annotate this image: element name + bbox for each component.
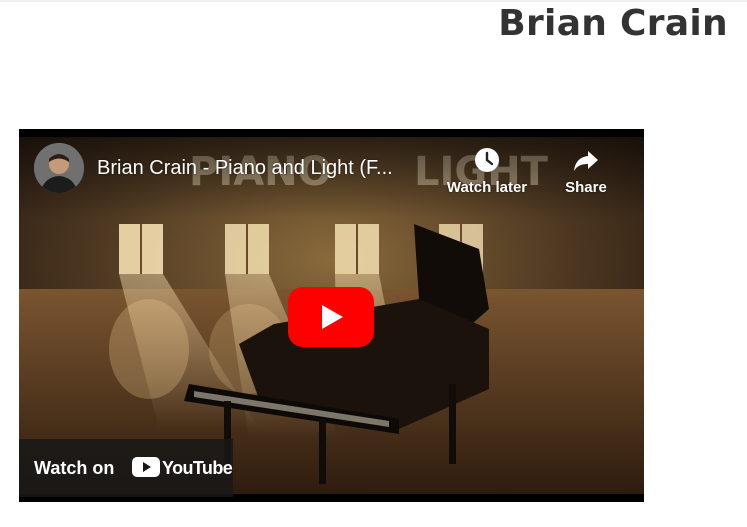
youtube-embed-player[interactable]: PIANO LIGHT Brian Crain - Piano and Ligh… [19,129,644,502]
page-title: Brian Crain [498,3,728,44]
share-icon [574,151,598,171]
share-button[interactable]: Share [541,145,631,196]
clock-icon [475,148,499,172]
youtube-wordmark: YouTube [162,458,233,478]
watch-on-label: Watch on [34,458,115,478]
youtube-logo-icon [132,457,160,477]
share-label: Share [565,179,607,196]
watch-later-button[interactable]: Watch later [442,145,532,196]
watch-later-label: Watch later [446,179,528,196]
channel-avatar[interactable] [34,143,84,193]
play-button[interactable] [288,287,374,347]
video-title-link[interactable]: Brian Crain - Piano and Light (F... [97,156,427,180]
watch-on-youtube-button[interactable]: Watch on YouTube [19,439,233,497]
